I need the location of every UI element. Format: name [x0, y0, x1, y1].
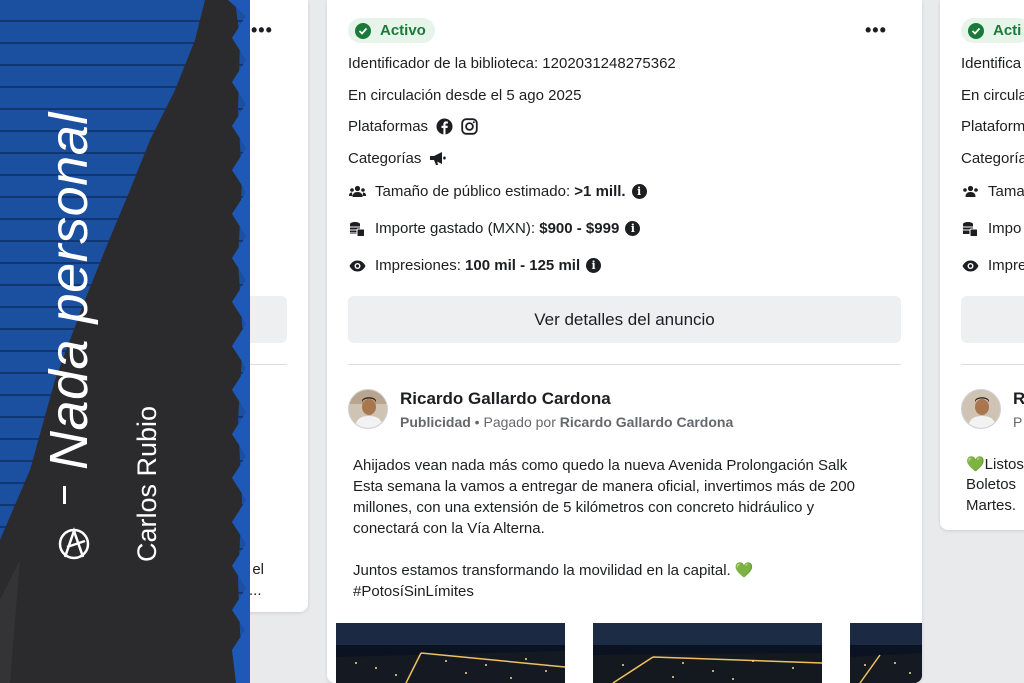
body-fragment: Martes. — [966, 497, 1017, 514]
impressions-partial: Impre — [961, 257, 1024, 274]
eye-icon — [961, 258, 979, 274]
book-title: Nada personal — [39, 112, 99, 470]
ad-card: Activo ••• Identificador de la bibliotec… — [327, 0, 922, 683]
paid-by-label: • Pagado por — [470, 414, 560, 430]
advertiser-avatar[interactable] — [961, 389, 1001, 429]
audience-value: >1 mill. — [574, 183, 626, 200]
ad-image-city-night-3[interactable] — [850, 623, 922, 683]
spent-label-partial: Impo — [988, 220, 1022, 237]
impressions-row: Impresiones: 100 mil - 125 mil i — [348, 257, 602, 274]
spent-row: Importe gastado (MXN): $900 - $999 i — [348, 220, 641, 237]
body-fragment: ... — [249, 582, 262, 599]
book-banner: Nada personal Carlos Rubio — [0, 0, 250, 683]
spent-value: $900 - $999 — [539, 220, 620, 237]
advertiser-avatar[interactable] — [348, 389, 388, 429]
megaphone-icon — [430, 152, 447, 165]
spent-label: Importe gastado (MXN): — [375, 220, 536, 237]
check-circle-icon — [968, 22, 984, 39]
status-badge: Acti — [961, 18, 1024, 43]
sponsored-label: Publicidad — [400, 414, 471, 430]
body-fragment: Boletos — [966, 476, 1017, 493]
audience-label: Tamaño de público estimado: — [375, 183, 571, 200]
status-label: Acti — [993, 22, 1022, 39]
advertiser-subline: Publicidad • Pagado por Ricardo Gallardo… — [400, 414, 733, 430]
status-badge: Activo — [348, 18, 435, 43]
check-circle-icon — [355, 22, 371, 39]
advertiser-name[interactable]: Ricardo Gallardo Cardona — [400, 389, 611, 409]
ad-image-city-night-1[interactable] — [336, 623, 565, 683]
impressions-label: Impresiones: — [375, 257, 461, 274]
advertiser-name-partial[interactable]: R — [1013, 389, 1024, 409]
coins-icon — [961, 221, 979, 237]
platforms-partial: Plataform — [961, 118, 1024, 135]
audience-row: Tamaño de público estimado: >1 mill. i — [348, 183, 647, 200]
ad-details-button[interactable]: Ver detalles del anuncio — [348, 296, 901, 343]
impressions-value: 100 mil - 125 mil — [465, 257, 581, 274]
payer-name[interactable]: Ricardo Gallardo Cardona — [560, 414, 733, 430]
advertiser-subline-partial: P — [1013, 414, 1023, 430]
circulation-date: En circulación desde el 5 ago 2025 — [348, 87, 582, 104]
info-icon[interactable]: i — [586, 258, 602, 273]
spent-partial: Impo — [961, 220, 1021, 237]
platforms-row: Plataformas — [348, 118, 478, 135]
impressions-label-partial: Impre — [988, 257, 1024, 274]
instagram-icon — [461, 118, 478, 135]
ad-image-city-night-2[interactable] — [593, 623, 822, 683]
body-fragment: 💚Listos — [966, 456, 1024, 473]
platforms-label: Plataformas — [348, 118, 429, 135]
info-icon[interactable]: i — [631, 184, 647, 199]
library-id: Identificador de la biblioteca: 12020312… — [348, 55, 676, 72]
circulation-partial: En circula — [961, 87, 1024, 104]
title-divider — [63, 486, 66, 504]
divider — [348, 364, 901, 365]
categories-label: Categorías — [348, 150, 422, 167]
categories-row: Categorías — [348, 150, 447, 167]
audience-label-partial: Tama — [988, 183, 1024, 200]
ad-body-text: Ahijados vean nada más como quedo la nue… — [353, 457, 855, 600]
categories-partial: Categoría — [961, 150, 1024, 167]
anarchy-circle-icon — [58, 527, 90, 560]
more-horizontal-icon[interactable]: ••• — [251, 20, 273, 41]
book-author: Carlos Rubio — [132, 405, 162, 562]
eye-icon — [348, 258, 366, 274]
facebook-icon — [436, 118, 453, 135]
more-horizontal-icon[interactable]: ••• — [865, 20, 887, 41]
people-icon — [348, 184, 366, 200]
divider — [961, 364, 1024, 365]
ad-card-next: Acti Identifica En circula Plataform Cat… — [940, 0, 1024, 530]
status-label: Activo — [380, 22, 426, 39]
library-id-partial: Identifica — [961, 55, 1022, 72]
details-button-partial[interactable] — [961, 296, 1024, 343]
people-icon — [961, 184, 979, 200]
audience-partial: Tama — [961, 183, 1024, 200]
info-icon[interactable]: i — [625, 221, 641, 236]
coins-icon — [348, 221, 366, 237]
